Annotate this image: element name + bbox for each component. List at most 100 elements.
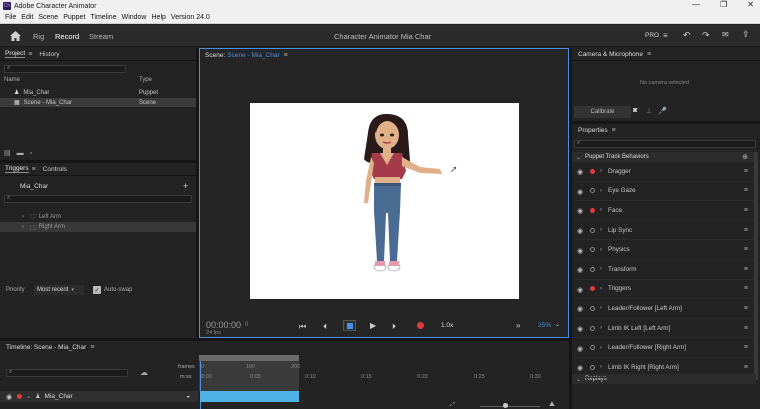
folder-icon[interactable]: ▬	[17, 150, 24, 157]
arm-record-icon[interactable]	[590, 364, 595, 370]
menu-timeline[interactable]: Timeline	[90, 14, 116, 21]
arm-record-icon[interactable]	[590, 207, 595, 213]
behavior-menu-icon[interactable]: ≡	[744, 266, 748, 273]
minimize-button[interactable]: —	[692, 0, 700, 9]
scene-name[interactable]: Scene - Mia_Char	[227, 52, 279, 59]
timeline-search-input[interactable]: ⌕	[6, 369, 128, 377]
behavior-menu-icon[interactable]: ≡	[744, 364, 748, 371]
arm-record-icon[interactable]	[590, 286, 595, 292]
list-item[interactable]: ♟ Mia_Char Puppet	[0, 88, 196, 97]
behavior-row[interactable]: ◉ › Face ≡	[574, 201, 754, 221]
behavior-menu-icon[interactable]: ≡	[744, 285, 748, 292]
feedback-icon[interactable]: ✉	[722, 30, 729, 39]
arm-record-icon[interactable]	[590, 188, 595, 194]
zoom-slider[interactable]	[480, 406, 540, 407]
panel-menu-icon[interactable]: ≡	[90, 344, 94, 351]
step-forward-icon[interactable]: ⏵	[392, 322, 396, 332]
link-icon[interactable]: ◒	[186, 393, 190, 400]
behavior-row[interactable]: ◉ › Limb IK Right [Right Arm] ≡	[574, 358, 754, 378]
arm-record-icon[interactable]	[590, 305, 595, 311]
menu-edit[interactable]: Edit	[21, 14, 33, 21]
chevron-right-icon[interactable]: ›	[600, 286, 602, 292]
behavior-menu-icon[interactable]: ≡	[744, 246, 748, 253]
mic-off-icon[interactable]: ⊥	[646, 107, 652, 115]
eye-icon[interactable]: ◉	[577, 364, 585, 372]
close-button[interactable]: ✕	[747, 0, 754, 9]
chevron-right-icon[interactable]: ›	[22, 214, 24, 220]
pro-label[interactable]: PRO	[645, 32, 659, 39]
redo-icon[interactable]: ↷	[702, 30, 710, 41]
add-trigger-icon[interactable]: +	[183, 181, 188, 191]
behavior-menu-icon[interactable]: ≡	[744, 207, 748, 214]
restore-button[interactable]: ❐	[720, 0, 727, 9]
eye-icon[interactable]: ◉	[577, 207, 585, 215]
chevron-right-icon[interactable]: ›	[600, 266, 602, 272]
timecode[interactable]: 00:00:00	[206, 320, 241, 330]
tab-controls[interactable]: Controls	[43, 166, 67, 173]
trigger-search-input[interactable]: ⌕	[4, 195, 192, 203]
go-to-start-icon[interactable]: ⏮	[299, 322, 306, 332]
arm-record-icon[interactable]	[17, 394, 23, 399]
chevron-right-icon[interactable]: ›	[600, 207, 602, 213]
menu-icon[interactable]: ≡	[663, 31, 668, 40]
behavior-menu-icon[interactable]: ≡	[744, 168, 748, 175]
menu-scene[interactable]: Scene	[38, 14, 58, 21]
behavior-menu-icon[interactable]: ≡	[744, 325, 748, 332]
eye-icon[interactable]: ◉	[6, 393, 12, 401]
autoswap-checkbox[interactable]: ✓	[93, 286, 101, 294]
chevron-right-icon[interactable]: ›	[600, 227, 602, 233]
arm-record-icon[interactable]	[590, 345, 595, 351]
eye-icon[interactable]: ◉	[577, 286, 585, 294]
behavior-row[interactable]: ◉ › Lip Sync ≡	[574, 221, 754, 241]
list-item[interactable]: ▦ Scene - Mia_Char Scene	[0, 98, 196, 107]
chevron-right-icon[interactable]: ›	[600, 364, 602, 370]
priority-dropdown[interactable]: Most recent ▾	[34, 285, 84, 295]
project-search-input[interactable]: ⌕	[4, 65, 126, 73]
behavior-row[interactable]: ◉ › Eye Gaze ≡	[574, 182, 754, 202]
arm-record-icon[interactable]	[590, 227, 595, 233]
calibrate-button[interactable]: Calibrate	[574, 106, 631, 118]
behavior-menu-icon[interactable]: ≡	[744, 344, 748, 351]
menu-file[interactable]: File	[5, 14, 16, 21]
fast-forward-icon[interactable]: »	[516, 321, 520, 330]
tab-rig[interactable]: Rig	[33, 32, 44, 41]
col-type[interactable]: Type	[139, 77, 152, 83]
eye-icon[interactable]: ◉	[577, 188, 585, 196]
arm-record-icon[interactable]	[590, 168, 595, 174]
properties-search-input[interactable]: ⌕	[574, 140, 756, 148]
behavior-row[interactable]: ◉ › Dragger ≡	[574, 162, 754, 182]
tab-stream[interactable]: Stream	[89, 32, 113, 41]
tab-project[interactable]: Project	[5, 50, 26, 58]
panel-menu-icon[interactable]: ≡	[284, 52, 288, 59]
home-icon[interactable]	[9, 30, 21, 41]
share-icon[interactable]: ⇪	[742, 29, 750, 40]
behavior-row[interactable]: ◉ › Transform ≡	[574, 260, 754, 280]
behavior-menu-icon[interactable]: ≡	[744, 227, 748, 234]
chevron-right-icon[interactable]: ›	[600, 247, 602, 253]
col-name[interactable]: Name	[4, 77, 20, 83]
arm-record-icon[interactable]	[590, 325, 595, 331]
chevron-down-icon[interactable]: ⌄	[26, 393, 31, 400]
chevron-right-icon[interactable]: ›	[600, 188, 602, 194]
tab-history[interactable]: History	[39, 51, 59, 58]
import-icon[interactable]: ▤	[4, 149, 11, 157]
panel-menu-icon[interactable]: ≡	[612, 127, 616, 134]
panel-menu-icon[interactable]: ≡	[647, 51, 651, 58]
zoom-out-icon[interactable]: ⤢	[450, 402, 455, 409]
panel-menu-icon[interactable]: ≡	[32, 166, 36, 173]
new-item-icon[interactable]: ▫	[30, 150, 32, 157]
behavior-row[interactable]: ◉ › Leader/Follower [Right Arm] ≡	[574, 338, 754, 358]
add-behavior-icon[interactable]: ⊕	[742, 153, 748, 161]
eye-icon[interactable]: ◉	[577, 345, 585, 353]
zoom-level[interactable]: 25%	[538, 322, 551, 329]
section-header[interactable]: ⌄ Puppet Track Behaviors ⊕	[572, 152, 756, 162]
behavior-row[interactable]: ◉ › Physics ≡	[574, 240, 754, 260]
cloud-icon[interactable]: ☁	[140, 368, 148, 377]
track-bar[interactable]	[200, 391, 299, 402]
character-puppet[interactable]	[350, 111, 470, 291]
eye-icon[interactable]: ◉	[577, 325, 585, 333]
behavior-menu-icon[interactable]: ≡	[744, 305, 748, 312]
eye-icon[interactable]: ◉	[577, 266, 585, 274]
eye-icon[interactable]: ◉	[577, 247, 585, 255]
behavior-row[interactable]: ◉ › Limb IK Left [Left Arm] ≡	[574, 319, 754, 339]
